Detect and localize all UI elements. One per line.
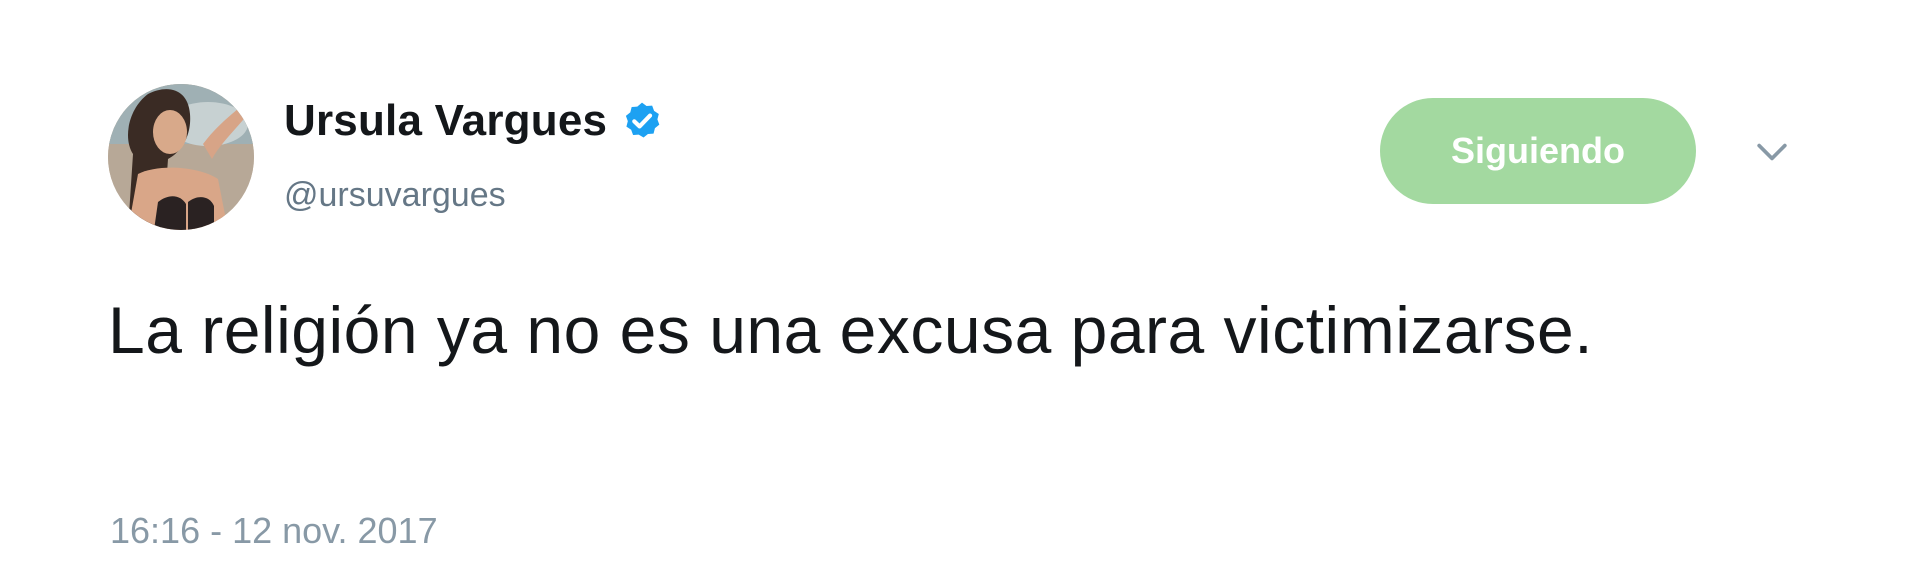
- tweet-text: La religión ya no es una excusa para vic…: [108, 293, 1594, 367]
- following-button[interactable]: Siguiendo: [1380, 98, 1696, 204]
- chevron-down-icon[interactable]: [1750, 130, 1794, 174]
- user-handle[interactable]: @ursuvargues: [284, 176, 506, 215]
- tweet-timestamp[interactable]: 16:16 - 12 nov. 2017: [110, 510, 438, 552]
- avatar[interactable]: [108, 84, 254, 230]
- display-name[interactable]: Ursula Vargues: [284, 96, 607, 146]
- verified-badge-icon: [621, 100, 663, 142]
- avatar-image: [108, 84, 254, 230]
- display-name-row[interactable]: Ursula Vargues: [284, 96, 663, 146]
- tweet-card: Ursula Vargues @ursuvargues Siguiendo La…: [0, 0, 1920, 580]
